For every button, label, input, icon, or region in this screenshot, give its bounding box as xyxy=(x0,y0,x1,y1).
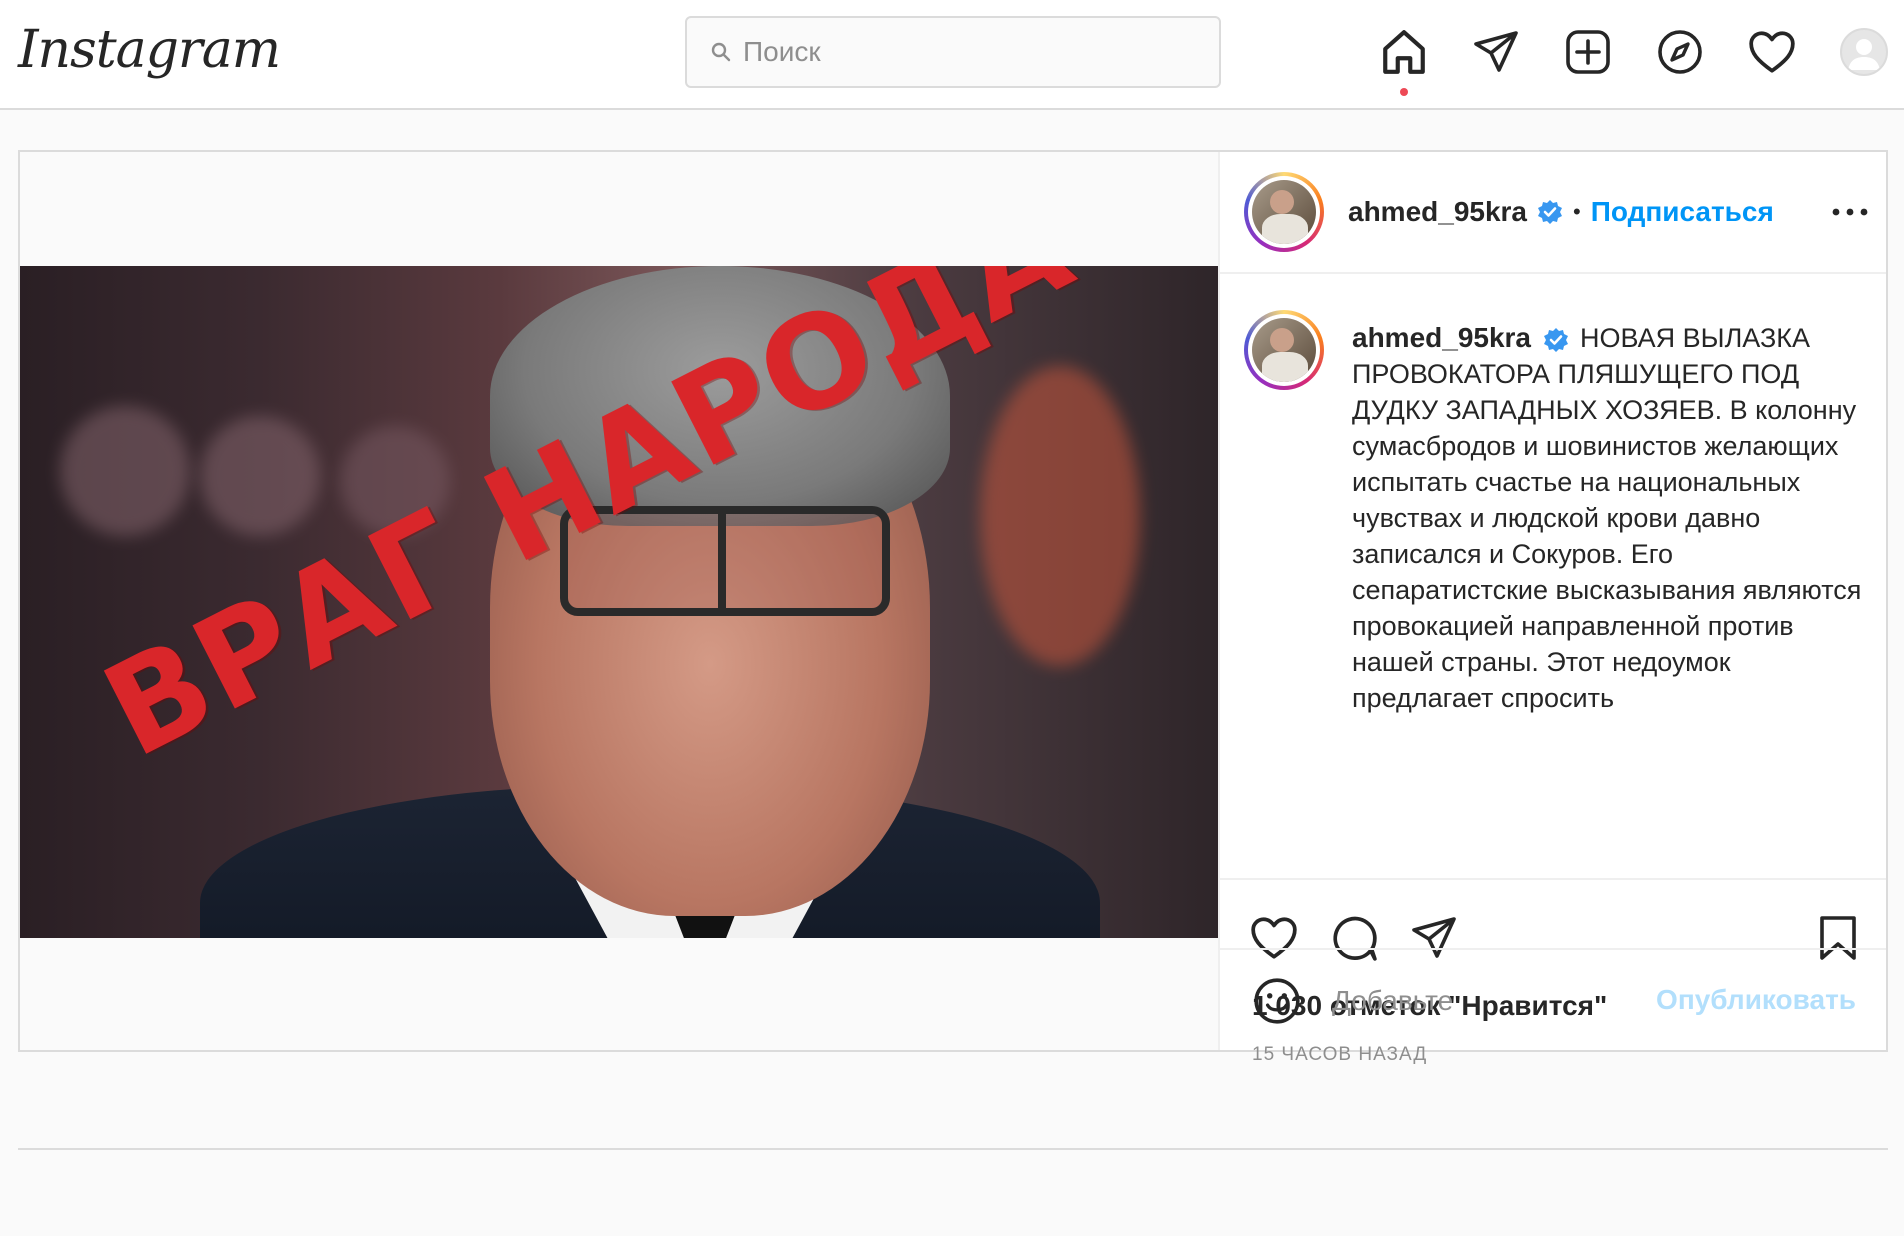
add-comment-row: Опубликовать xyxy=(1220,948,1886,1050)
profile-avatar[interactable] xyxy=(1840,28,1888,76)
explore-icon[interactable] xyxy=(1652,24,1708,80)
search-input[interactable] xyxy=(741,35,1185,69)
publish-button[interactable]: Опубликовать xyxy=(1656,984,1856,1016)
post-media: ВРАГ НАРОДА xyxy=(20,152,1218,1050)
author-line: ahmed_95kra • Подписаться xyxy=(1348,192,1774,232)
follow-button[interactable]: Подписаться xyxy=(1591,196,1774,228)
ellipsis-icon[interactable] xyxy=(1830,200,1870,224)
post-photo[interactable]: ВРАГ НАРОДА xyxy=(20,266,1218,938)
post-card: ВРАГ НАРОДА ahmed_95kra • Подписаться ah… xyxy=(18,150,1888,1065)
caption-area: ahmed_95kra НОВАЯ ВЫЛАЗКА ПРОВОКАТОРА ПЛ… xyxy=(1220,274,1886,878)
comment-input[interactable] xyxy=(1330,978,1634,1024)
instagram-logo[interactable]: Instagram xyxy=(18,20,281,80)
author-avatar[interactable] xyxy=(1244,172,1324,252)
top-nav-bar: Instagram xyxy=(0,0,1904,110)
author-username[interactable]: ahmed_95kra xyxy=(1348,196,1527,228)
search-box[interactable] xyxy=(685,16,1221,88)
verified-badge-icon xyxy=(1538,200,1563,224)
caption-username[interactable]: ahmed_95kra xyxy=(1352,322,1531,353)
home-icon[interactable] xyxy=(1376,24,1432,80)
header-separator: • xyxy=(1573,199,1581,224)
home-active-dot xyxy=(1400,88,1408,96)
new-post-icon[interactable] xyxy=(1560,24,1616,80)
activity-heart-icon[interactable] xyxy=(1744,24,1800,80)
post-caption: ahmed_95kra НОВАЯ ВЫЛАЗКА ПРОВОКАТОРА ПЛ… xyxy=(1352,320,1862,716)
caption-author-avatar[interactable] xyxy=(1244,310,1324,390)
emoji-icon[interactable] xyxy=(1252,976,1302,1026)
caption-verified-badge-icon xyxy=(1543,327,1568,352)
caption-text: НОВАЯ ВЫЛАЗКА ПРОВОКАТОРА ПЛЯШУЩЕГО ПОД … xyxy=(1352,323,1862,713)
direct-icon[interactable] xyxy=(1468,24,1524,80)
footer-divider xyxy=(18,1148,1888,1150)
post-sidebar: ahmed_95kra • Подписаться ahmed_95kra НО… xyxy=(1218,152,1886,1065)
search-icon xyxy=(711,42,731,62)
post-header: ahmed_95kra • Подписаться xyxy=(1220,152,1886,274)
